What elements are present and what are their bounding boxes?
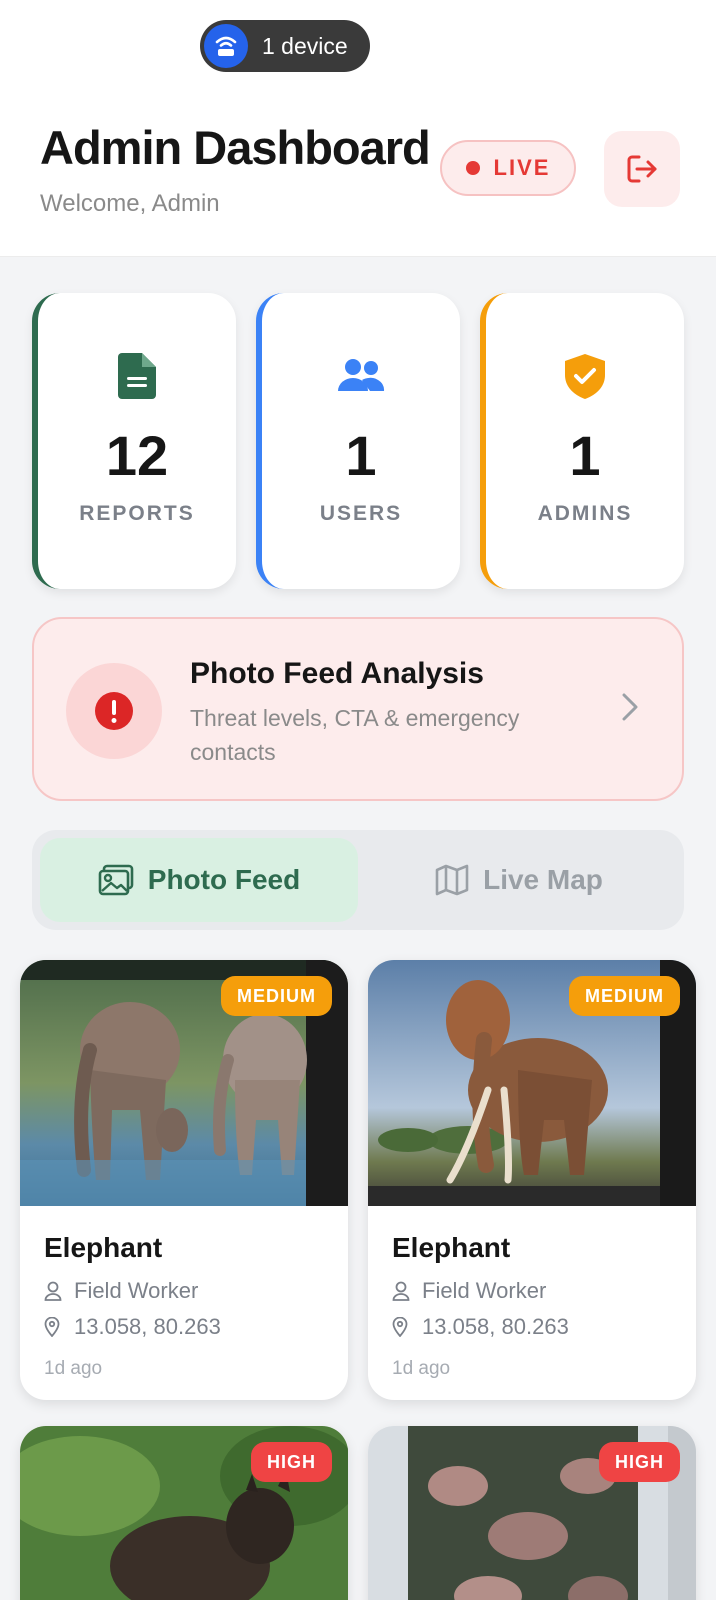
animal-name: Elephant (392, 1232, 511, 1263)
reporter-row: Field Worker (44, 1278, 324, 1304)
users-label: USERS (319, 502, 403, 525)
chevron-right-icon (622, 693, 638, 721)
location-row: 13.058, 80.263 (392, 1314, 672, 1340)
feed-card[interactable]: MEDIUM Elephant Field Worker 13.058, 80.… (368, 960, 696, 1400)
report-photo: MEDIUM (20, 960, 348, 1206)
severity-badge: MEDIUM (569, 976, 680, 1016)
report-photo: MEDIUM (368, 960, 696, 1206)
logout-icon (627, 155, 657, 183)
photo-feed-analysis-card[interactable]: Photo Feed Analysis Threat levels, CTA &… (32, 617, 684, 801)
alert-icon-container (66, 663, 162, 759)
feed-card[interactable]: MEDIUM Elephant Field Worker 13.058, 80.… (20, 960, 348, 1400)
page-title: Admin Dashboard (40, 121, 431, 174)
severity-badge: HIGH (599, 1442, 680, 1482)
live-dot-icon (465, 161, 480, 175)
report-time: 1d ago (392, 1358, 451, 1379)
admins-count: 1 (569, 424, 601, 487)
analysis-subtitle: Threat levels, CTA & emergency contacts (190, 705, 520, 765)
shield-check-icon (562, 351, 608, 401)
location-pin-icon (44, 1317, 64, 1337)
reporter-row: Field Worker (392, 1278, 672, 1304)
location-pin-icon (392, 1317, 412, 1337)
logout-button[interactable] (604, 131, 680, 207)
router-wifi-icon (204, 24, 248, 68)
image-icon (98, 864, 134, 896)
map-icon (435, 864, 469, 896)
analysis-title: Photo Feed Analysis (190, 657, 484, 690)
severity-badge: HIGH (251, 1442, 332, 1482)
device-indicator[interactable]: 1 device (200, 20, 370, 72)
severity-badge: MEDIUM (221, 976, 332, 1016)
admin-dashboard-screen: 1 device Admin Dashboard Welcome, Admin … (0, 0, 716, 1600)
stat-card-admins[interactable]: 1 ADMINS (480, 293, 684, 589)
location-row: 13.058, 80.263 (44, 1314, 324, 1340)
report-photo: HIGH (368, 1426, 696, 1600)
document-icon (118, 351, 156, 401)
reporter-name: Field Worker (74, 1278, 199, 1303)
tab-live-map-label: Live Map (483, 864, 603, 895)
live-label: LIVE (493, 155, 551, 180)
report-time: 1d ago (44, 1358, 103, 1379)
user-icon (392, 1281, 412, 1301)
reports-label: REPORTS (79, 502, 195, 525)
coordinates: 13.058, 80.263 (422, 1314, 569, 1339)
exclamation-icon (95, 692, 133, 730)
reporter-name: Field Worker (422, 1278, 547, 1303)
users-count: 1 (345, 424, 377, 487)
stat-card-users[interactable]: 1 USERS (256, 293, 460, 589)
reports-count: 12 (105, 424, 169, 487)
device-count-label: 1 device (262, 32, 348, 59)
view-tabs: Photo Feed Live Map (32, 830, 684, 930)
users-icon (336, 351, 386, 401)
tab-photo-feed[interactable]: Photo Feed (40, 838, 358, 922)
animal-name: Elephant (44, 1232, 163, 1263)
coordinates: 13.058, 80.263 (74, 1314, 221, 1339)
feed-card[interactable]: HIGH (20, 1426, 348, 1600)
welcome-subtitle: Welcome, Admin (40, 190, 220, 217)
feed-card[interactable]: HIGH (368, 1426, 696, 1600)
admins-label: ADMINS (537, 502, 633, 525)
tab-photo-feed-label: Photo Feed (147, 864, 301, 895)
tab-live-map[interactable]: Live Map (362, 838, 676, 922)
user-icon (44, 1281, 64, 1301)
header: 1 device Admin Dashboard Welcome, Admin … (0, 0, 716, 257)
report-photo: HIGH (20, 1426, 348, 1600)
live-status-badge: LIVE (440, 140, 576, 196)
stat-card-reports[interactable]: 12 REPORTS (32, 293, 236, 589)
